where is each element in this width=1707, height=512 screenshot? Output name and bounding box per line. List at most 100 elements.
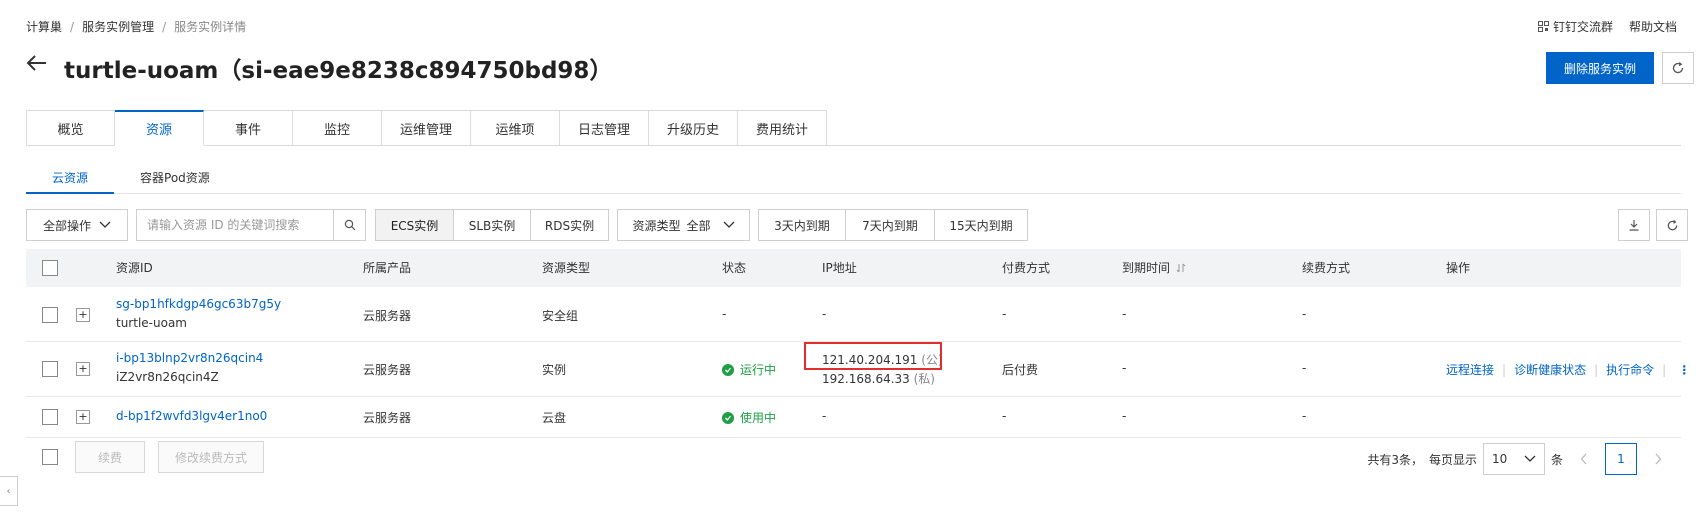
col-operations: 操作 (1446, 261, 1471, 275)
col-status: 状态 (722, 261, 747, 275)
top-links: 钉钉交流群 帮助文档 (1537, 18, 1677, 35)
search-input[interactable] (137, 210, 333, 240)
tab-resources[interactable]: 资源 (115, 110, 204, 146)
col-resource-id: 资源ID (116, 261, 153, 275)
tab-log-management[interactable]: 日志管理 (560, 110, 649, 146)
footer-select-all-checkbox[interactable] (42, 449, 58, 465)
billing-cell: - (1002, 307, 1007, 321)
expire-cell: - (1122, 307, 1127, 321)
more-actions-icon[interactable]: ⋮ (1674, 363, 1694, 377)
ops-separator: | (1594, 362, 1599, 377)
sidebar-toggle[interactable]: ‹ (0, 476, 18, 506)
instance-type-filter: ECS实例 SLB实例 RDS实例 (375, 209, 609, 241)
tab-ops-management[interactable]: 运维管理 (382, 110, 471, 146)
check-circle-icon (722, 363, 734, 376)
run-command-link[interactable]: 执行命令 (1606, 361, 1654, 378)
row-checkbox[interactable] (42, 409, 58, 425)
renew-button[interactable]: 续费 (75, 441, 145, 473)
resource-id-link[interactable]: d-bp1f2wvfd3lgv4er1no0 (116, 409, 267, 423)
delete-service-instance-button[interactable]: 删除服务实例 (1546, 52, 1654, 84)
select-all-checkbox[interactable] (42, 260, 58, 276)
remote-connect-link[interactable]: 远程连接 (1446, 361, 1494, 378)
status-text: 使用中 (740, 411, 777, 425)
breadcrumb: 计算巢 / 服务实例管理 / 服务实例详情 (26, 18, 246, 35)
page-size-value: 10 (1491, 452, 1508, 466)
search-icon (344, 219, 355, 231)
row-checkbox[interactable] (42, 307, 58, 323)
breadcrumb-current: 服务实例详情 (174, 20, 247, 34)
status-cell: 运行中 (722, 361, 776, 378)
refresh-button[interactable] (1662, 52, 1694, 84)
resource-type-cell: 实例 (542, 363, 567, 377)
qrcode-icon (1537, 21, 1549, 32)
tab-upgrade-history[interactable]: 升级历史 (649, 110, 738, 146)
chevron-down-icon (99, 221, 111, 228)
expand-row-button[interactable]: + (76, 308, 90, 322)
resource-id: sg-bp1hfkdgp46gc63b7g5y (116, 297, 282, 311)
table-header: 资源ID 所属产品 资源类型 状态 IP地址 付费方式 到期时间 续费方式 操作 (26, 249, 1681, 287)
per-page-label: 每页显示 (1428, 452, 1477, 467)
expire-cell: - (1122, 361, 1127, 375)
filter-expire-3d[interactable]: 3天内到期 (758, 209, 846, 241)
filter-rds[interactable]: RDS实例 (531, 209, 609, 241)
tab-events[interactable]: 事件 (204, 110, 293, 146)
subtab-container-pod-resources[interactable]: 容器Pod资源 (114, 168, 236, 194)
status-cell: 使用中 (722, 409, 776, 426)
tab-cost-statistics[interactable]: 费用统计 (738, 110, 827, 146)
subtab-cloud-resources[interactable]: 云资源 (26, 168, 115, 194)
download-button[interactable] (1618, 209, 1650, 241)
search-box (136, 209, 366, 241)
private-ip: 192.168.64.33 (私) (822, 370, 935, 387)
filter-slb[interactable]: SLB实例 (454, 209, 531, 241)
resource-id-link[interactable]: i-bp13blnp2vr8n26qcin4 (116, 351, 263, 365)
product-cell: 云服务器 (363, 363, 412, 377)
billing-cell: - (1002, 409, 1007, 423)
tab-overview[interactable]: 概览 (26, 110, 115, 146)
expiry-filter: 3天内到期 7天内到期 15天内到期 (758, 209, 1028, 241)
help-docs-link[interactable]: 帮助文档 (1629, 18, 1677, 35)
breadcrumb-compute-nest[interactable]: 计算巢 (26, 18, 62, 35)
row-checkbox[interactable] (42, 361, 58, 377)
next-page-button[interactable] (1643, 443, 1673, 475)
resource-type-select[interactable]: 资源类型 全部 (617, 209, 750, 241)
search-button[interactable] (333, 210, 365, 240)
modify-renewal-button[interactable]: 修改续费方式 (158, 441, 264, 473)
page-size-select[interactable]: 10 (1482, 443, 1545, 475)
renewal-cell: - (1302, 409, 1307, 423)
breadcrumb-service-instances[interactable]: 服务实例管理 (82, 18, 154, 35)
all-operations-dropdown[interactable]: 全部操作 (26, 209, 128, 241)
private-ip-value: 192.168.64.33 (822, 372, 910, 386)
chevron-left-icon: ‹ (6, 485, 11, 497)
tab-monitoring[interactable]: 监控 (293, 110, 382, 146)
filter-expire-15d[interactable]: 15天内到期 (935, 209, 1028, 241)
prev-page-button[interactable] (1569, 443, 1599, 475)
ops-separator: | (1662, 362, 1667, 377)
subtabs-divider (26, 193, 1681, 194)
filter-expire-7d[interactable]: 7天内到期 (846, 209, 935, 241)
breadcrumb-separator: / (162, 19, 167, 34)
col-product: 所属产品 (363, 261, 412, 275)
diagnose-health-link[interactable]: 诊断健康状态 (1514, 361, 1586, 378)
billing-cell: 后付费 (1002, 363, 1039, 377)
chevron-down-icon (723, 221, 734, 228)
filter-ecs[interactable]: ECS实例 (375, 209, 454, 241)
resource-name: iZ2vr8n26qcin4Z (116, 370, 219, 384)
resource-type-cell: 安全组 (542, 309, 579, 323)
table-row: + d-bp1f2wvfd3lgv4er1no0 云服务器 云盘 使用中 - -… (26, 397, 1681, 438)
resource-type-label: 资源类型 (632, 218, 681, 233)
pagination: 共有3条， 每页显示 10 条 1 (1367, 443, 1673, 475)
col-ip-address: IP地址 (822, 261, 857, 275)
dingtalk-group-link[interactable]: 钉钉交流群 (1537, 18, 1613, 35)
refresh-icon (1672, 62, 1684, 74)
table-refresh-button[interactable] (1656, 209, 1688, 241)
page-number-button[interactable]: 1 (1605, 443, 1637, 475)
resource-id-link[interactable]: sg-bp1hfkdgp46gc63b7g5y (116, 297, 281, 311)
col-expire-time[interactable]: 到期时间 (1122, 249, 1186, 287)
expand-row-button[interactable]: + (76, 410, 90, 424)
tab-ops-items[interactable]: 运维项 (471, 110, 560, 146)
refresh-icon (1667, 219, 1677, 230)
resource-type-value: 全部 (686, 218, 711, 233)
col-renewal-method: 续费方式 (1302, 261, 1351, 275)
expand-row-button[interactable]: + (76, 362, 90, 376)
back-arrow-icon[interactable] (26, 54, 48, 72)
